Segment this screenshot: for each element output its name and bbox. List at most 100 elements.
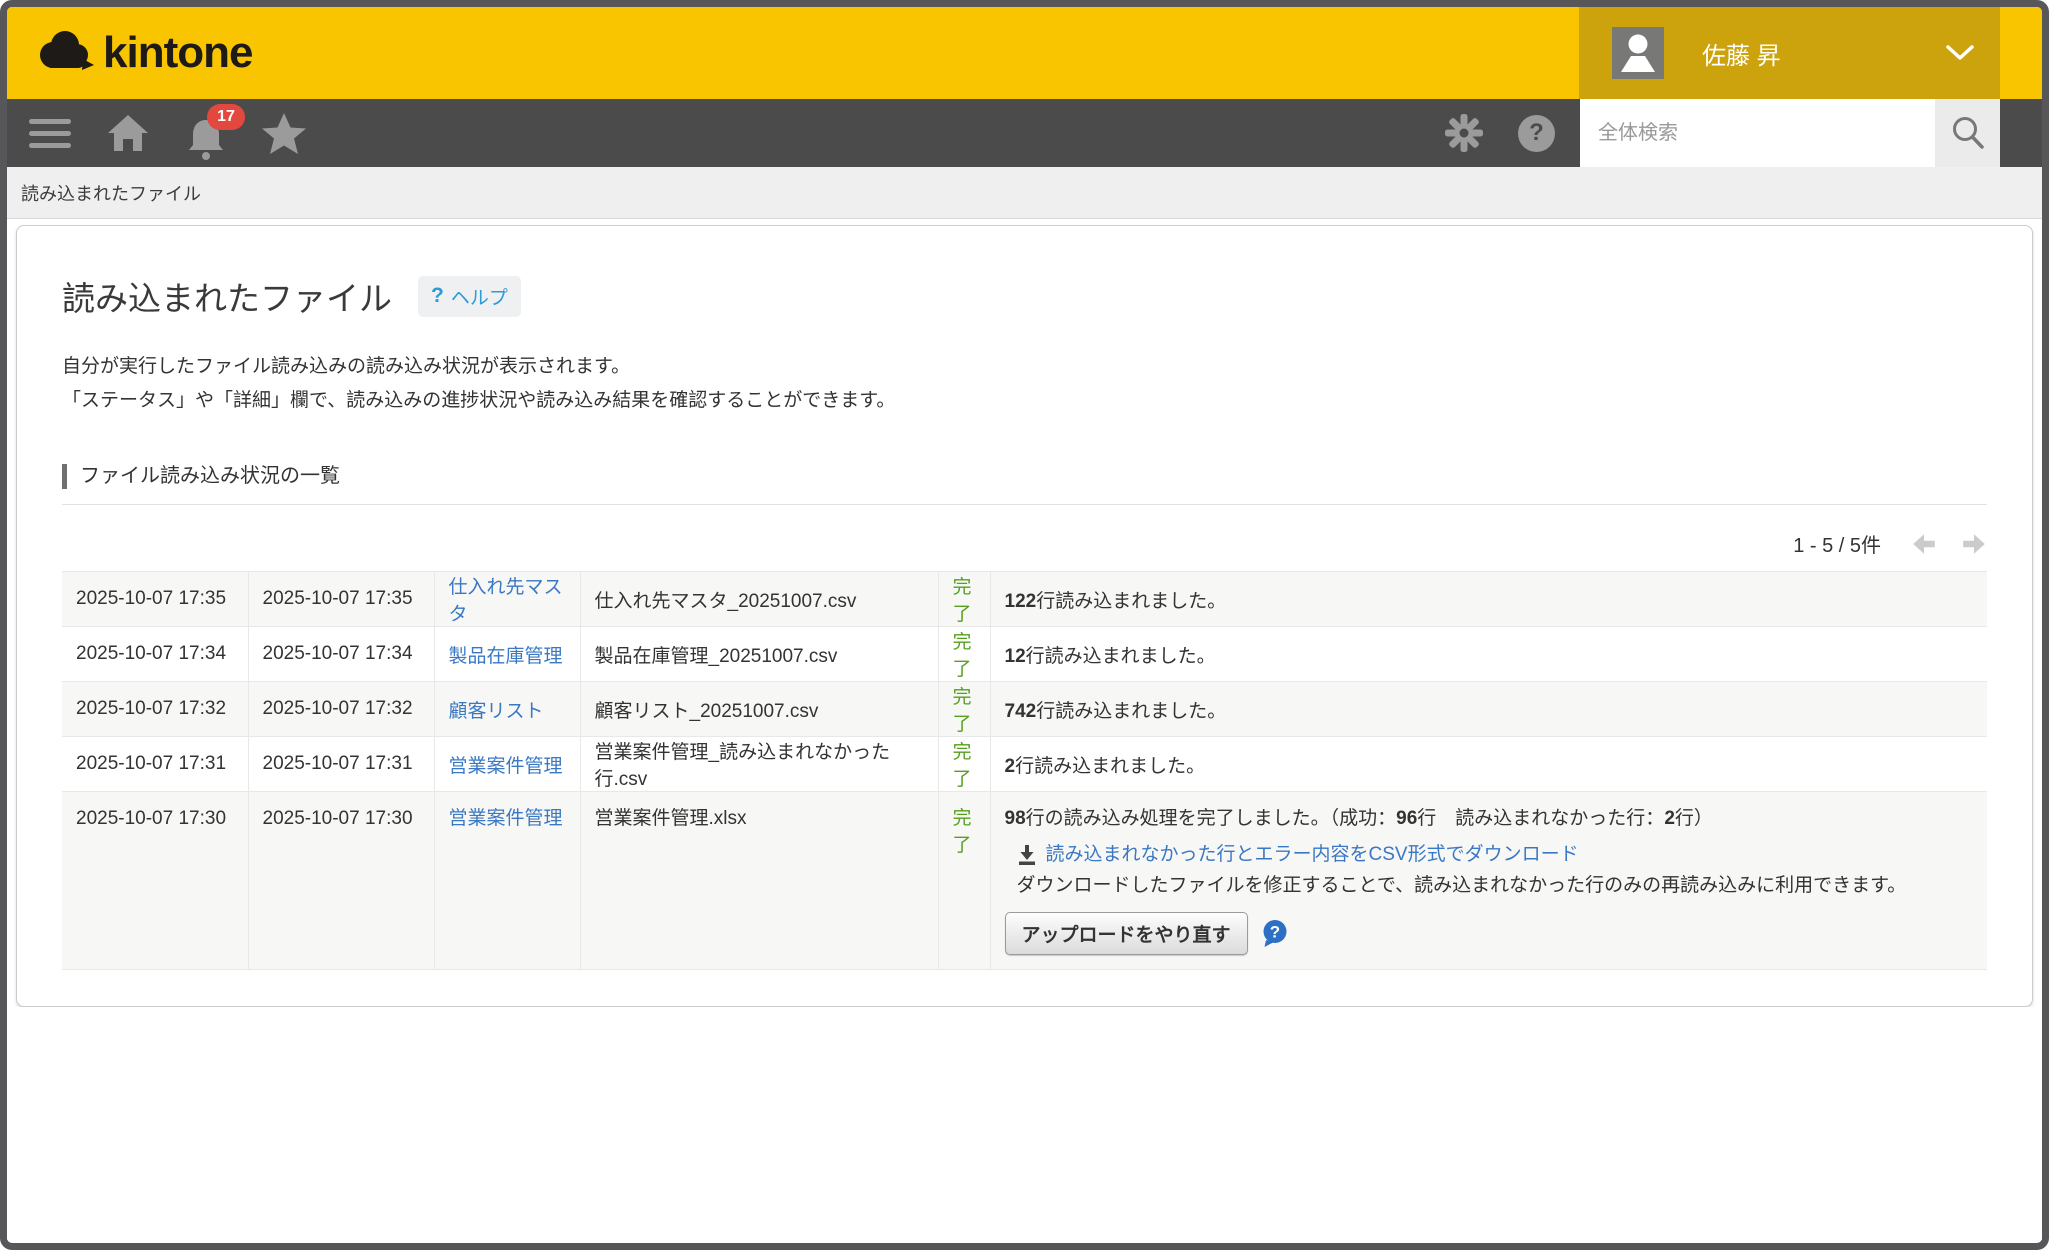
search-button[interactable] [1935,99,2000,167]
end-time-cell: 2025-10-07 17:34 [248,627,434,682]
start-time-cell: 2025-10-07 17:34 [62,627,248,682]
retry-help-balloon-button[interactable]: ? [1261,919,1289,948]
search-input[interactable] [1580,99,1935,167]
global-search [1580,99,2000,167]
start-time-cell: 2025-10-07 17:30 [62,792,248,970]
app-header: kintone 佐藤 昇 [7,7,2042,99]
home-button[interactable] [105,99,151,167]
pagination: 1 - 5 / 5件 [62,529,1987,558]
end-time-cell: 2025-10-07 17:31 [248,737,434,792]
reimport-note: ダウンロードしたファイルを修正することで、読み込まれなかった行のみの再読み込みに… [1005,872,1974,899]
detail-message: 行読み込まれました。 [1036,591,1226,612]
nav-left-icons: 17 [27,99,307,167]
end-time-cell: 2025-10-07 17:32 [248,682,434,737]
table-row: 2025-10-07 17:35 2025-10-07 17:35 仕入れ先マス… [62,572,1987,627]
app-link[interactable]: 営業案件管理 [449,808,563,829]
home-icon [106,113,150,153]
total-row-count: 98 [1005,808,1026,829]
settings-button[interactable] [1444,113,1484,153]
help-link[interactable]: ? ヘルプ [418,276,521,317]
arrow-right-icon [1961,532,1987,556]
import-status-table: 2025-10-07 17:35 2025-10-07 17:35 仕入れ先マス… [62,571,1987,970]
avatar [1612,27,1664,79]
app-link[interactable]: 仕入れ先マスタ [449,577,563,625]
download-icon [1017,844,1037,865]
table-row: 2025-10-07 17:32 2025-10-07 17:32 顧客リスト … [62,682,1987,737]
pagination-arrows [1911,532,1987,556]
breadcrumb-current: 読み込まれたファイル [21,180,201,206]
breadcrumb: 読み込まれたファイル [7,167,2042,219]
status-badge: 完了 [953,632,972,680]
kintone-logo[interactable]: kintone [37,7,252,99]
detail-cell: 122行読み込まれました。 [990,572,1987,627]
imported-row-count: 2 [1005,756,1016,777]
imported-files-card: 読み込まれたファイル ? ヘルプ 自分が実行したファイル読み込みの読み込み状況が… [16,225,2033,1007]
error-csv-download-link[interactable]: 読み込まれなかった行とエラー内容をCSV形式でダウンロード [1046,841,1579,868]
imported-row-count: 12 [1005,646,1026,667]
failed-row-count: 2 [1664,808,1675,829]
global-nav-bar: 17 [7,99,2042,167]
hamburger-icon [29,119,71,148]
question-mark-icon: ? [1529,119,1544,147]
detail-cell: 742行読み込まれました。 [990,682,1987,737]
status-badge: 完了 [953,742,972,790]
arrow-left-icon [1911,532,1937,556]
question-balloon-icon: ? [1261,919,1289,948]
section-title: ファイル読み込み状況の一覧 [62,464,1987,489]
favorites-button[interactable] [261,99,307,167]
status-badge: 完了 [953,808,972,856]
app-window: kintone 佐藤 昇 [0,0,2049,1250]
status-badge: 完了 [953,577,972,625]
notification-count-badge: 17 [207,104,245,130]
retry-upload-button[interactable]: アップロードをやり直す [1005,912,1248,955]
app-link[interactable]: 営業案件管理 [449,756,563,777]
app-link[interactable]: 顧客リスト [449,701,544,722]
main-area: 読み込まれたファイル ? ヘルプ 自分が実行したファイル読み込みの読み込み状況が… [7,225,2042,1240]
help-button[interactable]: ? [1518,115,1555,152]
start-time-cell: 2025-10-07 17:35 [62,572,248,627]
title-row: 読み込まれたファイル ? ヘルプ [62,272,1987,320]
file-name-cell: 顧客リスト_20251007.csv [580,682,938,737]
pagination-range: 1 - 5 / 5件 [1793,529,1881,558]
section-header-wrap: ファイル読み込み状況の一覧 [62,464,1987,505]
detail-cell: 2行読み込まれました。 [990,737,1987,792]
hamburger-menu-button[interactable] [27,99,73,167]
user-menu[interactable]: 佐藤 昇 [1579,7,2000,99]
file-name-cell: 製品在庫管理_20251007.csv [580,627,938,682]
svg-text:?: ? [1269,923,1279,942]
table-row: 2025-10-07 17:34 2025-10-07 17:34 製品在庫管理… [62,627,1987,682]
error-csv-download-row: 読み込まれなかった行とエラー内容をCSV形式でダウンロード [1005,841,1974,868]
chevron-down-icon [1946,45,1974,67]
notifications-button[interactable]: 17 [183,99,229,167]
success-row-count: 96 [1396,808,1417,829]
detail-message: 行読み込まれました。 [1036,701,1226,722]
table-row: 2025-10-07 17:31 2025-10-07 17:31 営業案件管理… [62,737,1987,792]
file-name-cell: 営業案件管理.xlsx [580,792,938,970]
file-name-cell: 営業案件管理_読み込まれなかった行.csv [580,737,938,792]
kintone-logo-text: kintone [103,28,252,78]
status-badge: 完了 [953,687,972,735]
question-mark-icon: ? [431,284,444,308]
file-name-cell: 仕入れ先マスタ_20251007.csv [580,572,938,627]
user-name: 佐藤 昇 [1702,36,1781,71]
table-row: 2025-10-07 17:30 2025-10-07 17:30 営業案件管理… [62,792,1987,970]
detail-cell: 12行読み込まれました。 [990,627,1987,682]
start-time-cell: 2025-10-07 17:32 [62,682,248,737]
detail-message: 行読み込まれました。 [1015,756,1205,777]
page-title: 読み込まれたファイル [62,272,392,320]
help-link-label: ヘルプ [451,283,508,310]
magnifier-icon [1949,114,1987,152]
description-line-1: 自分が実行したファイル読み込みの読み込み状況が表示されます。 [62,350,1987,384]
page-description: 自分が実行したファイル読み込みの読み込み状況が表示されます。 「ステータス」や「… [62,350,1987,418]
next-page-button[interactable] [1961,532,1987,556]
nav-right-group: ? [1444,99,2000,167]
imported-row-count: 122 [1005,591,1037,612]
gear-icon [1444,113,1484,153]
end-time-cell: 2025-10-07 17:35 [248,572,434,627]
kintone-cloud-icon [37,29,95,77]
app-link[interactable]: 製品在庫管理 [449,646,563,667]
person-icon [1612,27,1664,79]
start-time-cell: 2025-10-07 17:31 [62,737,248,792]
empty-space [7,1007,2042,1240]
prev-page-button[interactable] [1911,532,1937,556]
